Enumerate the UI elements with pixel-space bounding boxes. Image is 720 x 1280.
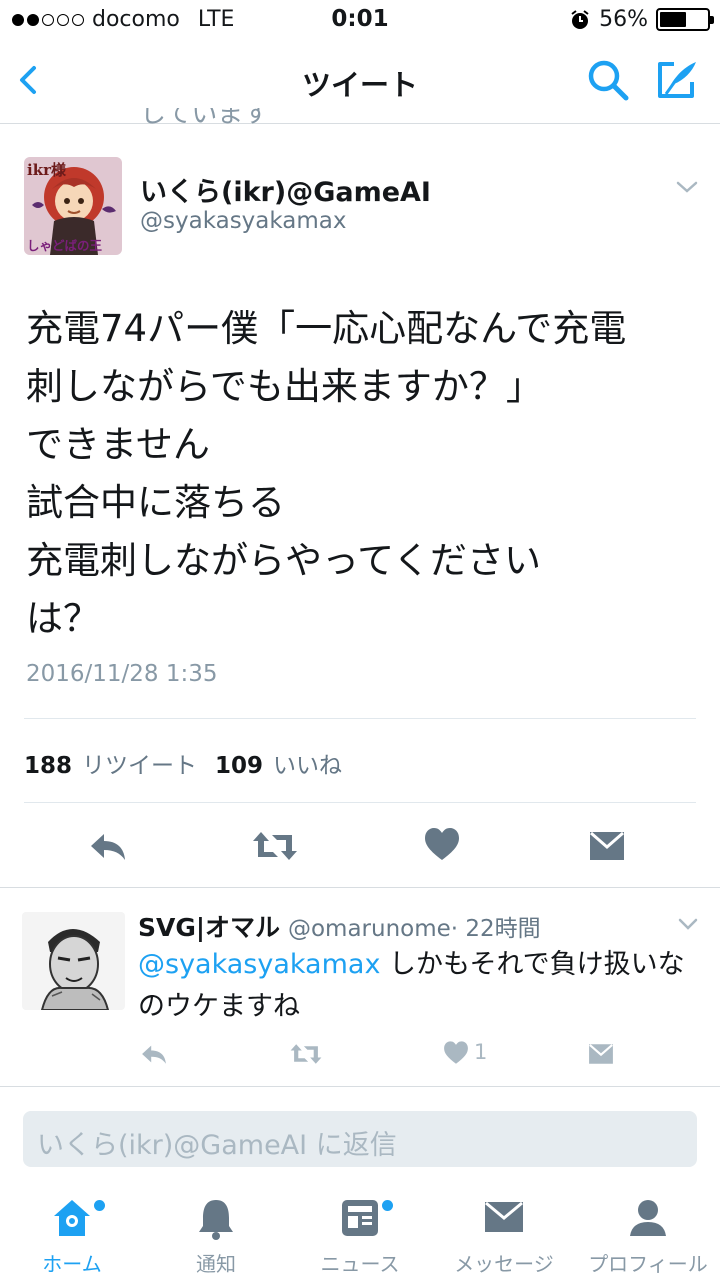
like-count[interactable]: 109 [215,753,263,779]
tweet-text: 充電74パー僕「一応心配なんで充電 刺しながらでも出来ますか？」 できません 試… [26,300,706,648]
tab-label: メッセージ [454,1252,554,1276]
alarm-icon [571,9,589,29]
tweet-line: 試合中に落ちる [26,481,285,524]
notification-dot [382,1200,393,1211]
tab-label: プロフィール [588,1252,708,1276]
tab-label: ニュース [320,1252,400,1276]
tweet-line: は？ [26,597,100,640]
mention-link[interactable]: @syakasyakamax [138,949,380,980]
author-name[interactable]: いくら(ikr)@GameAI [140,170,431,209]
tweet-line: できません [26,423,210,466]
reply-input[interactable]: いくら(ikr)@GameAI に返信 [23,1111,697,1167]
like-label[interactable]: いいね [273,746,342,780]
tweet-line: 刺しながらでも出来ますか？」 [26,365,543,408]
notification-dot [94,1200,105,1211]
chevron-down-icon[interactable] [678,918,698,930]
reply-icon[interactable] [88,826,128,866]
reply-text: @syakasyakamax しかもそれで負け扱いなのウケますね [138,944,708,1028]
home-icon [54,1200,90,1236]
tweet-line: 充電刺しながらやってください [26,539,542,582]
reply-author-handle[interactable]: @omarunome [288,916,451,942]
mail-icon [485,1201,523,1232]
retweet-icon[interactable] [287,1040,325,1068]
reply-time: · 22時間 [450,916,541,942]
tab-profile[interactable]: プロフィール [576,1188,720,1280]
battery-info: 56% [569,7,714,32]
direct-message-icon[interactable] [586,1040,616,1068]
divider [24,802,696,803]
heart-icon[interactable] [442,1040,470,1068]
reply-header: SVG|オマル @omarunome· 22時間 [138,908,541,944]
direct-message-icon[interactable] [588,826,626,866]
tweet-line: 充電74パー僕「一応心配なんで充電 [26,307,627,350]
search-icon[interactable] [584,56,632,104]
tab-news[interactable]: ニュース [288,1188,432,1280]
tweet-stats: 188 リツイート 109 いいね [24,746,360,780]
svg-text:ikr様: ikr様 [27,161,67,179]
tab-home[interactable]: ホーム [0,1188,144,1280]
reply-author-name[interactable]: SVG|オマル [138,913,280,942]
tweet-timestamp: 2016/11/28 1:35 [26,661,218,687]
compose-icon[interactable] [652,56,702,104]
bell-icon [199,1200,233,1240]
news-icon [342,1200,378,1236]
battery-percent: 56% [599,7,648,32]
reply-icon[interactable] [138,1040,170,1068]
previous-tweet-peek: しています [140,108,270,126]
chevron-down-icon[interactable] [676,180,698,194]
tab-messages[interactable]: メッセージ [432,1188,576,1280]
divider [0,887,720,888]
tab-notifications[interactable]: 通知 [144,1188,288,1280]
tab-bar: ホーム 通知 ニュース メッセージ プロフィール [0,1188,720,1280]
tab-label: 通知 [196,1252,236,1276]
tab-label: ホーム [42,1252,102,1276]
retweet-count[interactable]: 188 [24,753,72,779]
heart-icon[interactable] [424,826,460,866]
profile-icon [630,1200,666,1236]
author-handle[interactable]: @syakasyakamax [140,208,347,234]
reply-like-count: 1 [474,1040,488,1064]
status-bar: docomo LTE 0:01 56% [0,0,720,40]
battery-icon [656,8,714,31]
author-avatar[interactable]: ikr様 しゃどばの王 [24,157,122,255]
retweet-label[interactable]: リツイート [82,746,197,780]
divider [24,718,696,719]
nav-bar: ツイート [0,40,720,124]
divider [0,1086,720,1087]
reply-author-avatar[interactable] [22,912,125,1010]
svg-text:しゃどばの王: しゃどばの王 [27,238,103,253]
retweet-icon[interactable] [252,826,298,866]
